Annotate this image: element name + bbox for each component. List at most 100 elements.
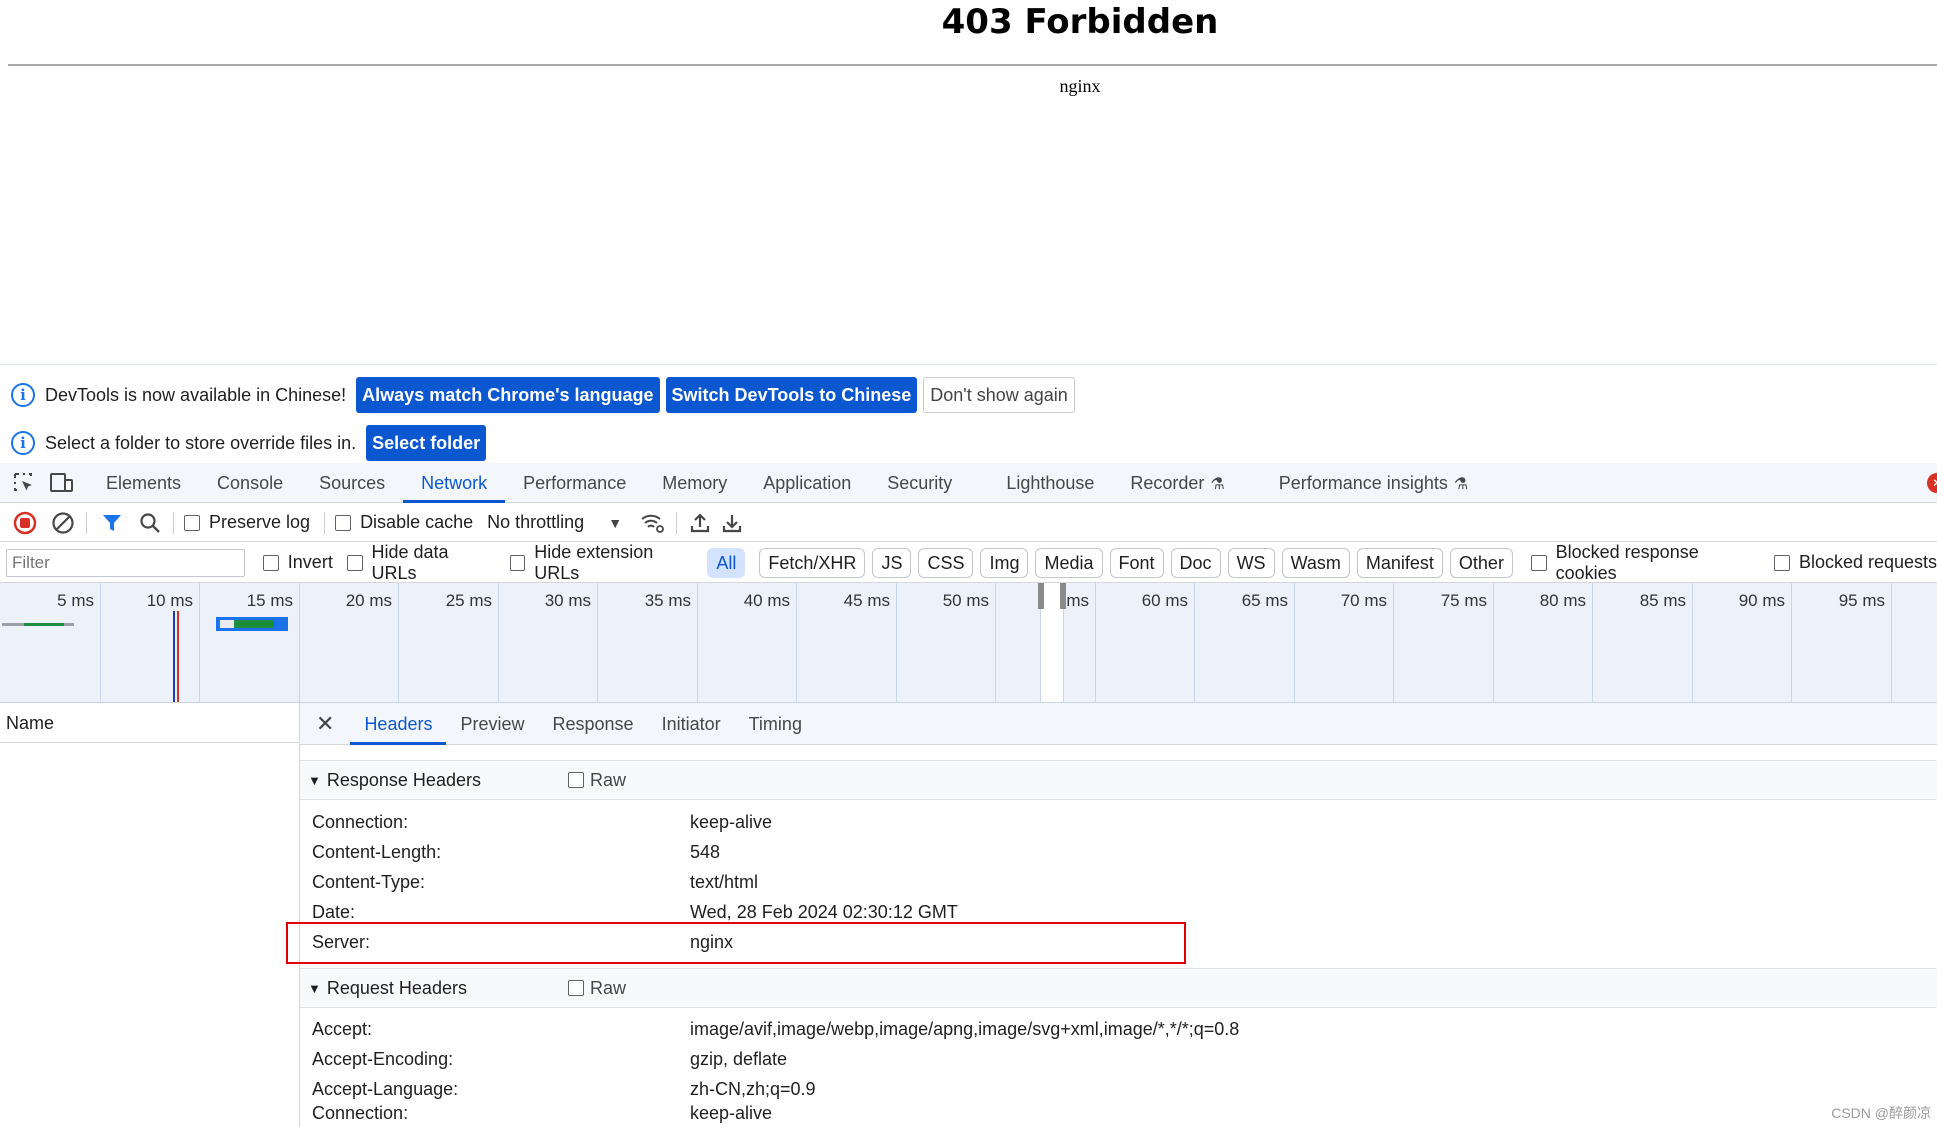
timeline-handle-right[interactable] — [1060, 583, 1066, 609]
request-headers-section[interactable]: ▼ Request Headers Raw — [300, 968, 1937, 1008]
checkbox-box[interactable] — [1530, 554, 1547, 571]
header-row: Accept: image/avif,image/webp,image/apng,… — [312, 1014, 1239, 1044]
tab-response[interactable]: Response — [539, 703, 648, 745]
close-icon[interactable]: ✕ — [316, 711, 334, 737]
tab-sources[interactable]: Sources — [301, 463, 403, 503]
timeline-tick-label: 60 ms — [1141, 591, 1188, 610]
type-filter-font[interactable]: Font — [1109, 547, 1164, 578]
network-toolbar: Preserve log Disable cache No throttling… — [0, 504, 1937, 542]
type-filter-ws[interactable]: WS — [1227, 547, 1275, 578]
header-key: Accept-Encoding: — [312, 1048, 454, 1069]
tab-lighthouse[interactable]: Lighthouse — [988, 463, 1112, 503]
checkbox-box[interactable] — [184, 514, 200, 531]
hide-data-urls-checkbox[interactable]: Hide data URLs — [346, 541, 496, 584]
type-filter-js[interactable]: JS — [872, 547, 912, 578]
header-key: Connection: — [312, 1102, 409, 1123]
tab-memory[interactable]: Memory — [644, 463, 745, 503]
switch-to-chinese-button[interactable]: Switch DevTools to Chinese — [665, 377, 918, 413]
error-count-icon[interactable]: × — [1927, 473, 1937, 493]
response-headers-title: Response Headers — [326, 769, 481, 790]
blocked-response-cookies-checkbox[interactable]: Blocked response cookies — [1530, 541, 1760, 584]
tab-headers[interactable]: Headers — [350, 703, 447, 745]
page-title: 403 Forbidden — [941, 2, 1219, 42]
type-filter-other[interactable]: Other — [1449, 547, 1513, 578]
stop-recording-icon[interactable] — [12, 510, 38, 536]
timeline-gridline — [1493, 583, 1494, 702]
header-key: Accept: — [312, 1018, 373, 1039]
preserve-log-checkbox[interactable]: Preserve log — [184, 512, 310, 533]
tab-application[interactable]: Application — [745, 463, 869, 503]
checkbox-box[interactable] — [1773, 554, 1790, 571]
type-filter-manifest[interactable]: Manifest — [1356, 547, 1443, 578]
request-raw-checkbox[interactable]: Raw — [568, 978, 626, 999]
timeline-handle-left[interactable] — [1038, 583, 1044, 609]
network-conditions-icon[interactable] — [640, 510, 666, 536]
always-match-language-button[interactable]: Always match Chrome's language — [356, 377, 660, 413]
header-row: Content-Length: 548 — [312, 837, 720, 867]
blocked-requests-checkbox[interactable]: Blocked requests — [1773, 552, 1937, 573]
info-icon: i — [11, 431, 35, 455]
tab-recorder[interactable]: Recorder ⚗ — [1112, 463, 1260, 503]
checkbox-box[interactable] — [346, 554, 363, 571]
checkbox-box[interactable] — [509, 554, 526, 571]
type-filter-all[interactable]: All — [707, 547, 746, 578]
throttling-select[interactable]: No throttling ▼ — [487, 512, 622, 533]
filter-icon[interactable] — [99, 510, 125, 536]
disable-cache-checkbox[interactable]: Disable cache — [335, 512, 473, 533]
header-row: Date: Wed, 28 Feb 2024 02:30:12 GMT — [312, 897, 958, 927]
checkbox-box[interactable] — [262, 554, 279, 571]
type-filter-css[interactable]: CSS — [918, 547, 974, 578]
timeline-gridline — [1194, 583, 1195, 702]
hide-data-urls-label: Hide data URLs — [371, 541, 449, 583]
inspect-element-icon[interactable] — [10, 469, 38, 497]
search-icon[interactable] — [137, 510, 163, 536]
invert-checkbox[interactable]: Invert — [262, 552, 333, 573]
timeline-gridline — [1891, 583, 1892, 702]
dont-show-again-button[interactable]: Don't show again — [923, 377, 1075, 413]
select-folder-button[interactable]: Select folder — [366, 425, 487, 461]
tab-initiator[interactable]: Initiator — [648, 703, 735, 745]
response-headers-section[interactable]: ▼ Response Headers Raw — [300, 760, 1937, 800]
timeline-tick-label: 95 ms — [1838, 591, 1885, 610]
tab-security[interactable]: Security — [869, 463, 988, 503]
tab-performance-insights[interactable]: Performance insights ⚗ — [1261, 463, 1486, 503]
timeline-gridline — [398, 583, 399, 702]
header-row: Server: nginx — [312, 927, 733, 957]
checkbox-box[interactable] — [568, 980, 584, 996]
type-filter-img[interactable]: Img — [980, 547, 1029, 578]
clear-icon[interactable] — [50, 510, 76, 536]
response-raw-checkbox[interactable]: Raw — [568, 770, 626, 791]
header-key: Accept-Language: — [312, 1078, 459, 1099]
filter-input[interactable] — [6, 548, 245, 577]
name-column-header[interactable]: Name — [0, 703, 299, 743]
request-detail-pane: ✕ Headers Preview Response Initiator Tim… — [300, 703, 1937, 1127]
header-value: 548 — [690, 841, 721, 862]
checkbox-box[interactable] — [568, 772, 584, 788]
raw-label: Raw — [590, 977, 627, 998]
export-har-icon[interactable] — [719, 510, 745, 536]
tab-console[interactable]: Console — [199, 463, 301, 503]
header-key: Content-Length: — [312, 841, 442, 862]
timeline-gridline — [100, 583, 101, 702]
tab-elements[interactable]: Elements — [88, 463, 199, 503]
hide-extension-urls-checkbox[interactable]: Hide extension URLs — [509, 542, 700, 584]
type-filter-fetch-xhr[interactable]: Fetch/XHR — [759, 547, 866, 578]
header-row: Content-Type: text/html — [312, 867, 758, 897]
checkbox-box[interactable] — [335, 514, 352, 531]
tab-performance[interactable]: Performance — [505, 463, 644, 503]
timeline-tick-label: 30 ms — [544, 591, 591, 610]
type-filter-media[interactable]: Media — [1035, 547, 1103, 578]
timeline-overview[interactable]: 5 ms 10 ms 15 ms 20 ms 25 ms 30 ms 35 ms 40 ms 4… — [0, 583, 1937, 703]
tab-preview[interactable]: Preview — [446, 703, 538, 745]
timeline-tick-label: 15 ms — [246, 591, 293, 610]
device-toolbar-icon[interactable] — [48, 469, 76, 497]
tab-network[interactable]: Network — [403, 463, 506, 503]
import-har-icon[interactable] — [687, 510, 713, 536]
type-filter-wasm[interactable]: Wasm — [1281, 547, 1350, 578]
type-filter-doc[interactable]: Doc — [1170, 547, 1221, 578]
header-key: Content-Type: — [312, 871, 426, 892]
load-event-marker — [177, 611, 179, 702]
tab-timing[interactable]: Timing — [735, 703, 816, 745]
blocked-response-cookies-label: Blocked response cookies — [1555, 541, 1699, 583]
header-value: text/html — [690, 871, 759, 892]
